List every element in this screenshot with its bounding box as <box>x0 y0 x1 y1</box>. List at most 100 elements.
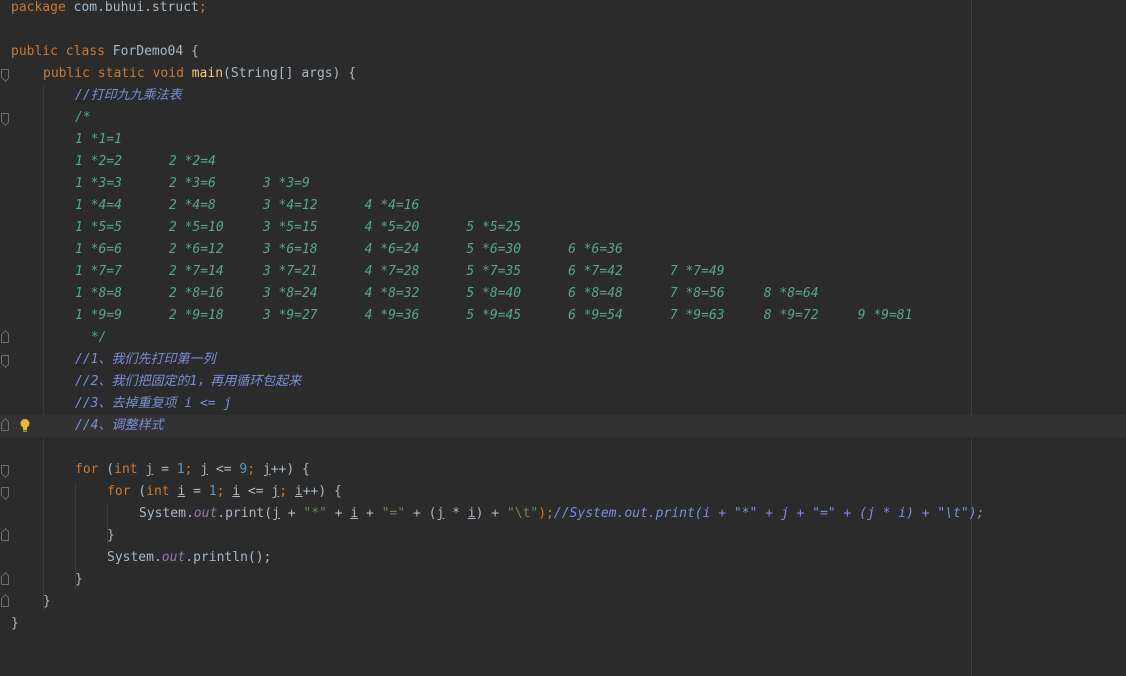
number: 1 <box>208 484 217 499</box>
loop-var: i <box>350 506 359 521</box>
trailing-comment: //System.out.print(i + "*" + j + "=" + (… <box>553 506 985 521</box>
code-line-table-row[interactable]: 1 *2=2 2 *2=4 <box>0 151 1126 173</box>
semicolon: ; <box>198 0 207 15</box>
code-line-class[interactable]: public class ForDemo04 { <box>0 41 1126 63</box>
code-line-block-close[interactable]: */ <box>0 327 1126 349</box>
operator: + <box>326 506 351 521</box>
operator: <= <box>240 484 272 499</box>
fold-icon[interactable] <box>1 355 9 364</box>
package-name: com.buhui.struct <box>73 0 199 15</box>
close-brace: } <box>107 528 115 543</box>
close-brace: } <box>11 616 19 631</box>
code-line-println[interactable]: System.out.println(); <box>0 547 1126 569</box>
code-line-step-comment[interactable]: //2、我们把固定的1，再用循环包起来 <box>0 371 1126 393</box>
code-line-outer-for[interactable]: for (int j = 1; j <= 9; j++) { <box>0 459 1126 481</box>
code-line-table-row[interactable]: 1 *1=1 <box>0 129 1126 151</box>
code-line-class-close[interactable]: } <box>0 613 1126 635</box>
fold-icon[interactable] <box>1 532 9 541</box>
table-row: 1 *9=9 2 *9=18 3 *9=27 4 *9=36 5 *9=45 6… <box>75 308 913 323</box>
main-params: (String[] args) { <box>223 66 357 81</box>
code-line-table-row[interactable]: 1 *6=6 2 *6=12 3 *6=18 4 *6=24 5 *6=30 6… <box>0 239 1126 261</box>
print-call: .print( <box>217 506 273 521</box>
code-line-table-row[interactable]: 1 *8=8 2 *8=16 3 *8=24 4 *8=32 5 *8=40 6… <box>0 283 1126 305</box>
code-line-comment-title[interactable]: //打印九九乘法表 <box>0 85 1126 107</box>
code-line-step-comment[interactable]: //3、去掉重复项 i <= j <box>0 393 1126 415</box>
operator: <= <box>208 462 240 477</box>
code-line-table-row[interactable]: 1 *7=7 2 *7=14 3 *7=21 4 *7=28 5 *7=35 6… <box>0 261 1126 283</box>
step-comment: //2、我们把固定的1，再用循环包起来 <box>75 374 302 389</box>
loop-var: j <box>272 506 280 521</box>
table-row: 1 *4=4 2 *4=8 3 *4=12 4 *4=16 <box>75 198 420 213</box>
lightbulb-icon[interactable] <box>20 418 30 434</box>
code-editor[interactable]: package com.buhui.struct; public class F… <box>0 0 1126 676</box>
int-keyword: int <box>114 462 138 477</box>
paren: ( <box>98 462 115 477</box>
table-row: 1 *5=5 2 *5=10 3 *5=15 4 *5=20 5 *5=25 <box>75 220 522 235</box>
operator: + <box>358 506 382 521</box>
table-row: 1 *7=7 2 *7=14 3 *7=21 4 *7=28 5 *7=35 6… <box>75 264 725 279</box>
operator: = <box>153 462 177 477</box>
for-keyword: for <box>75 462 99 477</box>
fold-icon[interactable] <box>1 598 9 607</box>
code-line-package[interactable]: package com.buhui.struct; <box>0 0 1126 19</box>
class-keyword: class <box>65 44 105 59</box>
code-line-table-row[interactable]: 1 *3=3 2 *3=6 3 *3=9 <box>0 173 1126 195</box>
operator: + <box>279 506 304 521</box>
statement-end: ); <box>538 506 554 521</box>
loop-var: i <box>294 484 303 499</box>
code-line-main-close[interactable]: } <box>0 591 1126 613</box>
fold-icon[interactable] <box>1 113 9 122</box>
code-line-main[interactable]: public static void main(String[] args) { <box>0 63 1126 85</box>
operator: + ( <box>405 506 437 521</box>
public-keyword: public <box>43 66 90 81</box>
code-line-inner-close[interactable]: } <box>0 525 1126 547</box>
table-row: 1 *3=3 2 *3=6 3 *3=9 <box>75 176 310 191</box>
code-line-inner-for[interactable]: for (int i = 1; i <= j; i++) { <box>0 481 1126 503</box>
fold-icon[interactable] <box>1 465 9 474</box>
code-line-table-row[interactable]: 1 *9=9 2 *9=18 3 *9=27 4 *9=36 5 *9=45 6… <box>0 305 1126 327</box>
main-method-name: main <box>191 66 224 81</box>
out-field: out <box>161 550 186 565</box>
package-keyword: package <box>11 0 66 15</box>
code-line-print[interactable]: System.out.print(j + "*" + i + "=" + (j … <box>0 503 1126 525</box>
public-keyword: public <box>11 44 58 59</box>
block-comment-open: /* <box>75 110 91 125</box>
step-comment: //3、去掉重复项 i <= j <box>75 396 232 411</box>
string-literal: "=" <box>381 506 406 521</box>
fold-icon[interactable] <box>1 576 9 585</box>
fold-icon[interactable] <box>1 69 9 78</box>
loop-var: i <box>232 484 241 499</box>
fold-icon[interactable] <box>1 334 9 343</box>
semicolon: ; <box>247 462 256 477</box>
out-field: out <box>193 506 218 521</box>
open-brace: { <box>183 44 199 59</box>
table-row: 1 *6=6 2 *6=12 3 *6=18 4 *6=24 5 *6=30 6… <box>75 242 623 257</box>
code-line-step-comment-current[interactable]: //4、调整样式 <box>0 415 1126 437</box>
println-call: .println(); <box>185 550 272 565</box>
fold-icon[interactable] <box>1 422 9 431</box>
system-class: System. <box>107 550 162 565</box>
semicolon: ; <box>279 484 288 499</box>
code-line-table-row[interactable]: 1 *5=5 2 *5=10 3 *5=15 4 *5=20 5 *5=25 <box>0 217 1126 239</box>
step-comment: //4、调整样式 <box>75 418 164 433</box>
code-line-outer-close[interactable]: } <box>0 569 1126 591</box>
int-keyword: int <box>146 484 170 499</box>
loop-tail: ++) { <box>302 484 342 499</box>
class-name: ForDemo04 <box>112 44 184 59</box>
number: 1 <box>176 462 185 477</box>
operator: = <box>185 484 209 499</box>
table-row: 1 *8=8 2 *8=16 3 *8=24 4 *8=32 5 *8=40 6… <box>75 286 819 301</box>
string-literal: "*" <box>303 506 327 521</box>
fold-icon[interactable] <box>1 487 9 496</box>
code-line-step-comment[interactable]: //1、我们先打印第一列 <box>0 349 1126 371</box>
code-line-block-open[interactable]: /* <box>0 107 1126 129</box>
loop-var: j <box>262 462 271 477</box>
for-keyword: for <box>107 484 131 499</box>
loop-var: i <box>467 506 476 521</box>
paren: ( <box>130 484 147 499</box>
system-class: System. <box>139 506 194 521</box>
string-literal: "\t" <box>506 506 539 521</box>
close-brace: } <box>75 572 83 587</box>
table-row: 1 *1=1 <box>75 132 122 147</box>
code-line-table-row[interactable]: 1 *4=4 2 *4=8 3 *4=12 4 *4=16 <box>0 195 1126 217</box>
